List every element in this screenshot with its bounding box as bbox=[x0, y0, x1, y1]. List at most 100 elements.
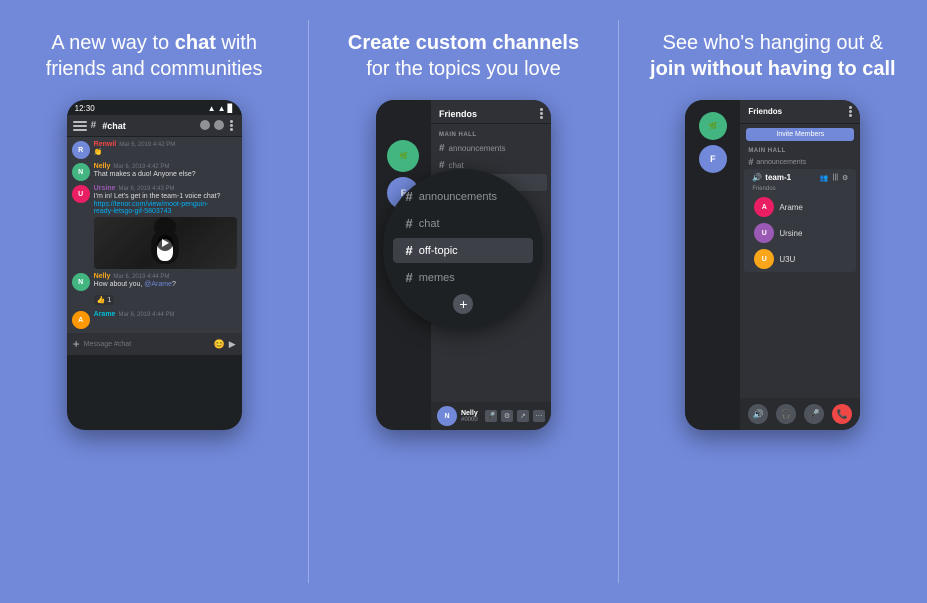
message-3: U Ursine Mar 6, 2019 4:43 PM I'm in! Let… bbox=[72, 185, 237, 269]
phone-2: 12:30 ▲ ▲ ▊ 🌿 F ⚙ Friendos bbox=[376, 100, 551, 430]
settings-icon[interactable]: ⚙ bbox=[501, 410, 513, 422]
voice-server-name: Friendos bbox=[748, 107, 782, 116]
member-name-arame: Arame bbox=[779, 203, 803, 212]
msg-text-1: 👏 bbox=[94, 148, 237, 157]
hash-sign: # bbox=[91, 120, 97, 131]
message-4: N Nelly Mar 6, 2019 4:44 PM How about yo… bbox=[72, 273, 237, 307]
voice-member-u3u[interactable]: U U3U bbox=[744, 246, 856, 272]
headset-ctrl[interactable]: 🎧 bbox=[776, 404, 796, 424]
penguin-head bbox=[154, 217, 176, 237]
bars-ctrl[interactable]: ||| bbox=[833, 174, 838, 182]
member-name-ursine: Ursine bbox=[779, 229, 802, 238]
overlay-hash-3: # bbox=[405, 243, 412, 258]
avatar-ursine: U bbox=[72, 185, 90, 203]
server-menu-icon[interactable] bbox=[540, 108, 543, 119]
send-icon[interactable]: ▶ bbox=[229, 339, 236, 350]
invite-members-btn[interactable]: Invite Members bbox=[746, 128, 854, 141]
msg-text-4: How about you, @Arame? bbox=[94, 280, 237, 289]
member-name-u3u: U3U bbox=[779, 255, 795, 264]
hash-icon-ann: # bbox=[439, 143, 445, 154]
username-renwil: Renwil bbox=[94, 141, 117, 148]
voice-member-arame[interactable]: A Arame bbox=[744, 194, 856, 220]
msg-image[interactable] bbox=[94, 217, 237, 269]
phone3-channels-area: Friendos Invite Members MAIN HALL # anno… bbox=[740, 100, 860, 430]
category-main-hall: MAIN HALL bbox=[431, 128, 551, 140]
more-options-icon[interactable]: ⋯ bbox=[533, 410, 545, 422]
phone1-footer: + Message #chat 😊 ▶ bbox=[67, 333, 242, 355]
server-icon-3-2[interactable]: F bbox=[699, 145, 727, 173]
server-menu-3[interactable] bbox=[849, 106, 852, 117]
msg-link[interactable]: https://tenor.com/view/moot-penguin-read… bbox=[94, 201, 237, 215]
active-voice-name: team-1 bbox=[765, 173, 817, 182]
mic-ctrl[interactable]: 🎤 bbox=[804, 404, 824, 424]
username-arame: Arame bbox=[94, 311, 116, 318]
panel-3-title: See who's hanging out &join without havi… bbox=[650, 30, 896, 82]
hash-icon-chat: # bbox=[439, 160, 445, 171]
msg-header-4: Nelly Mar 6, 2019 4:44 PM bbox=[94, 273, 237, 280]
overlay-off-topic[interactable]: # off-topic bbox=[393, 238, 533, 263]
msg-text-2: That makes a duo! Anyone else? bbox=[94, 170, 237, 179]
overlay-chat[interactable]: # chat bbox=[393, 211, 533, 236]
active-voice-header: 🔊 team-1 👥 ||| ⚙ bbox=[744, 169, 856, 186]
channel-name: #chat bbox=[102, 121, 195, 131]
share-icon[interactable]: ↗ bbox=[517, 410, 529, 422]
active-voice-subtitle: Friendos bbox=[744, 186, 856, 194]
emoji-icon[interactable]: 😊 bbox=[214, 339, 225, 350]
voice-ctrl-row: 👥 ||| ⚙ bbox=[820, 174, 848, 182]
server-header-2: Friendos bbox=[431, 100, 551, 124]
panel-1: A new way to chat withfriends and commun… bbox=[0, 0, 308, 603]
overlay-name-1: announcements bbox=[419, 191, 497, 203]
channel-name-ann: announcements bbox=[449, 144, 506, 153]
server-icon-3-1[interactable]: 🌿 bbox=[699, 112, 727, 140]
play-button[interactable] bbox=[157, 235, 173, 251]
msg-time-1: Mar 6, 2019 4:42 PM bbox=[119, 142, 175, 148]
mic-icon[interactable]: 🎤 bbox=[485, 410, 497, 422]
wifi-icon: ▲ bbox=[218, 104, 226, 113]
announcements-row[interactable]: # announcements bbox=[740, 155, 860, 169]
overlay-hash-4: # bbox=[405, 270, 412, 285]
status-icons-1: ▲ ▲ ▊ bbox=[208, 104, 234, 113]
server-icon-1[interactable]: 🌿 bbox=[387, 140, 419, 172]
reaction-thumbsup[interactable]: 👍 1 bbox=[94, 295, 115, 305]
status-bar-1: 12:30 ▲ ▲ ▊ bbox=[67, 100, 242, 115]
speaker-icon-active: 🔊 bbox=[752, 173, 762, 182]
message-input[interactable]: Message #chat bbox=[84, 341, 210, 348]
more-icon[interactable] bbox=[228, 120, 236, 131]
footer-controls-2: 🎤 ⚙ ↗ ⋯ bbox=[485, 410, 545, 422]
hangup-ctrl[interactable]: 📞 bbox=[832, 404, 852, 424]
voice-server-header: Friendos bbox=[740, 100, 860, 124]
panel-3: See who's hanging out &join without havi… bbox=[619, 0, 927, 603]
member-avatar-ursine: U bbox=[754, 223, 774, 243]
plus-icon[interactable]: + bbox=[73, 337, 80, 351]
members-ctrl[interactable]: 👥 bbox=[820, 174, 829, 182]
channel-overlay: # announcements # chat # off-topic # mem… bbox=[383, 169, 543, 329]
members-icon[interactable] bbox=[214, 120, 224, 130]
status-time-1: 12:30 bbox=[75, 104, 95, 113]
phone3-footer: 🔊 🎧 🎤 📞 bbox=[740, 398, 860, 430]
overlay-name-3: off-topic bbox=[419, 245, 458, 257]
voice-member-ursine[interactable]: U Ursine bbox=[744, 220, 856, 246]
avatar-nelly1: N bbox=[72, 163, 90, 181]
channel-announcements[interactable]: # announcements bbox=[431, 140, 551, 157]
phone2-footer: N Nelly #0000 🎤 ⚙ ↗ ⋯ bbox=[431, 402, 551, 430]
footer-user-info: Nelly #0000 bbox=[461, 410, 481, 423]
overlay-announcements[interactable]: # announcements bbox=[393, 184, 533, 209]
phone-3: 12:30 ▲ ▲ ▊ 🌿 F Friendos bbox=[685, 100, 860, 430]
footer-username: Nelly bbox=[461, 410, 481, 417]
footer-avatar-2: N bbox=[437, 406, 457, 426]
overlay-memes[interactable]: # memes bbox=[393, 265, 533, 290]
msg-text-3: I'm in! Let's get in the team-1 voice ch… bbox=[94, 192, 237, 201]
username-nelly2: Nelly bbox=[94, 273, 111, 280]
panel-1-title: A new way to chat withfriends and commun… bbox=[46, 30, 263, 82]
server-icons-3: 🌿 F bbox=[685, 100, 740, 173]
settings-ctrl[interactable]: ⚙ bbox=[842, 174, 848, 182]
message-2: N Nelly Mar 6, 2019 4:42 PM That makes a… bbox=[72, 163, 237, 181]
panel-2: Create custom channelsfor the topics you… bbox=[309, 0, 617, 603]
volume-ctrl[interactable]: 🔊 bbox=[748, 404, 768, 424]
msg-header-2: Nelly Mar 6, 2019 4:42 PM bbox=[94, 163, 237, 170]
overlay-hash-1: # bbox=[405, 189, 412, 204]
overlay-add-btn[interactable]: + bbox=[453, 294, 473, 314]
hamburger-icon[interactable] bbox=[73, 121, 87, 131]
search-icon[interactable] bbox=[200, 120, 210, 130]
msg-time-5: Mar 6, 2019 4:44 PM bbox=[118, 312, 174, 318]
